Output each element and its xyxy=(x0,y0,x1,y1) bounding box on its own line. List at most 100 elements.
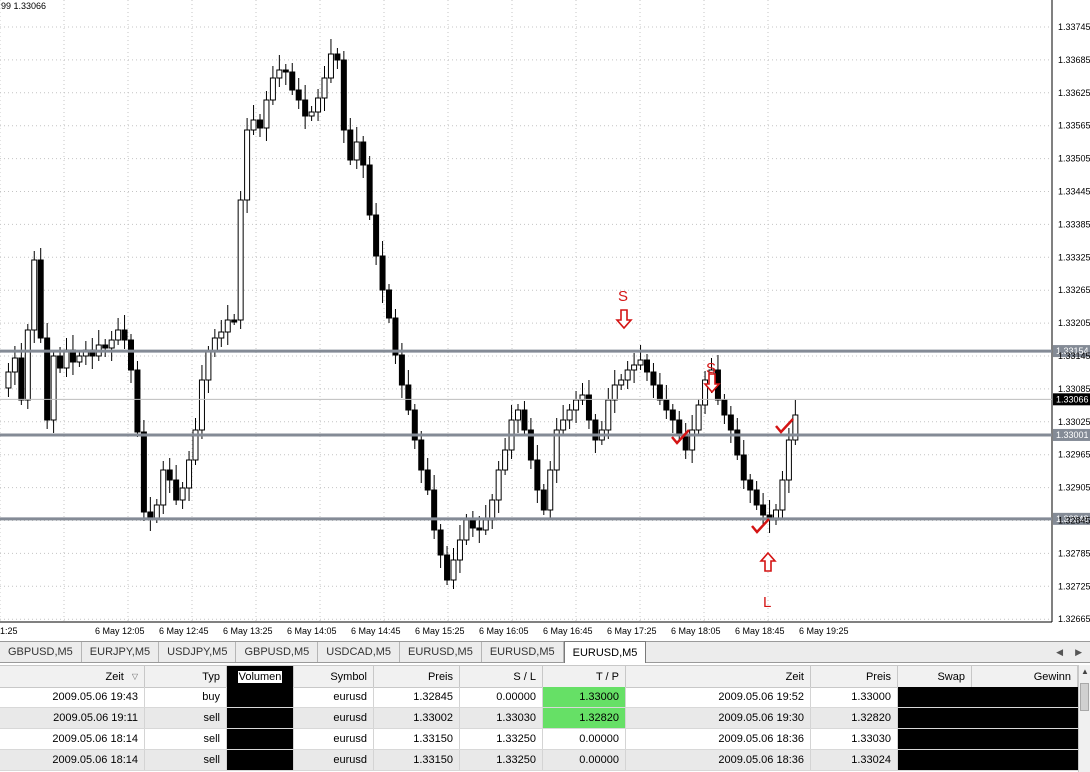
header-tp[interactable]: T / P xyxy=(543,666,626,687)
candle-body xyxy=(560,419,567,431)
cell-zeit-close: 2009.05.06 18:36 xyxy=(626,729,811,749)
level-price-label: 1.33001 xyxy=(1056,430,1089,440)
candle-body xyxy=(585,394,592,421)
header-preis-close[interactable]: Preis xyxy=(811,666,898,687)
candle-body xyxy=(244,129,251,201)
candle-body xyxy=(302,99,309,117)
header-symbol[interactable]: Symbol xyxy=(294,666,374,687)
candle-body xyxy=(502,449,509,471)
candle-body xyxy=(147,511,154,519)
candle-body xyxy=(618,379,625,386)
candle-body xyxy=(308,111,315,117)
price-tick-label: 1.32665 xyxy=(1058,614,1090,624)
header-zeit-close[interactable]: Zeit xyxy=(626,666,811,687)
tab-usdcad-m5[interactable]: USDCAD,M5 xyxy=(318,642,401,662)
candle-body xyxy=(24,329,31,401)
header-gewinn[interactable]: Gewinn xyxy=(972,666,1078,687)
candle-body xyxy=(5,371,12,389)
cell-preis: 1.33150 xyxy=(374,729,460,749)
current-price-label: 1.33066 xyxy=(1056,394,1089,404)
tab-eurusd-m5-2[interactable]: EURUSD,M5 xyxy=(482,642,564,662)
price-tick-label: 1.32905 xyxy=(1058,483,1090,493)
candle-body xyxy=(373,214,380,257)
tab-gbpusd-m5[interactable]: GBPUSD,M5 xyxy=(0,642,82,662)
price-tick-label: 1.33565 xyxy=(1058,121,1090,131)
header-swap[interactable]: Swap xyxy=(898,666,972,687)
tab-scroll-left-icon[interactable]: ◀ xyxy=(1056,647,1063,658)
table-row[interactable]: 2009.05.06 18:14 sell eurusd 1.33150 1.3… xyxy=(0,729,1078,750)
tab-eurjpy-m5[interactable]: EURJPY,M5 xyxy=(82,642,160,662)
candle-body xyxy=(644,359,650,373)
candle-body xyxy=(760,504,767,516)
table-row[interactable]: 2009.05.06 19:43 buy eurusd 1.32845 0.00… xyxy=(0,687,1078,708)
cell-sl: 0.00000 xyxy=(460,687,543,707)
candle-body xyxy=(237,199,244,321)
candle-body xyxy=(624,369,631,381)
cell-typ: sell xyxy=(145,729,227,749)
candle-body xyxy=(340,59,347,131)
tab-scroll-right-icon[interactable]: ▶ xyxy=(1075,647,1082,658)
price-tick-label: 1.32965 xyxy=(1058,450,1090,460)
tab-usdjpy-m5[interactable]: USDJPY,M5 xyxy=(159,642,237,662)
candle-body xyxy=(205,351,212,381)
history-table-body: 2009.05.06 19:43 buy eurusd 1.32845 0.00… xyxy=(0,687,1078,771)
candle-body xyxy=(11,357,18,373)
candle-body xyxy=(63,349,70,369)
candle-body xyxy=(637,359,644,366)
candle-body xyxy=(153,504,160,519)
candle-body xyxy=(366,164,373,216)
candle-body xyxy=(231,319,238,323)
candle-body xyxy=(779,479,786,511)
table-vertical-scrollbar[interactable]: ▲ xyxy=(1078,665,1090,772)
time-tick-label: 6 May 19:25 xyxy=(799,626,849,636)
table-row[interactable]: 2009.05.06 19:11 sell eurusd 1.33002 1.3… xyxy=(0,708,1078,729)
time-tick-label: 6 May 17:25 xyxy=(607,626,657,636)
candle-body xyxy=(257,119,263,129)
cell-zeit-close: 2009.05.06 18:36 xyxy=(626,750,811,770)
tab-eurusd-m5-active[interactable]: EURUSD,M5 xyxy=(563,641,647,663)
tab-eurusd-m5[interactable]: EURUSD,M5 xyxy=(400,642,482,662)
cell-swap-gewinn-redacted xyxy=(898,687,1078,707)
header-volumen[interactable]: Volumen xyxy=(227,666,294,687)
candle-body xyxy=(469,519,476,529)
candle-body xyxy=(134,369,141,433)
candle-body xyxy=(108,339,115,349)
header-sl[interactable]: S / L xyxy=(460,666,543,687)
scroll-thumb[interactable] xyxy=(1080,683,1089,711)
cell-preis-close: 1.32820 xyxy=(811,708,898,728)
cell-volumen-redacted xyxy=(227,729,294,749)
cell-zeit: 2009.05.06 19:11 xyxy=(0,708,145,728)
header-typ[interactable]: Typ xyxy=(145,666,227,687)
table-row[interactable]: 2009.05.06 18:14 sell eurusd 1.33150 1.3… xyxy=(0,750,1078,771)
cell-preis-close: 1.33024 xyxy=(811,750,898,770)
time-tick-label: 1:25 xyxy=(0,626,18,636)
price-chart[interactable]: 1.331541.330011.328481.33066 SSL 1.33745… xyxy=(0,0,1090,640)
tab-scroll-arrows: ◀ ▶ xyxy=(1056,642,1090,662)
candle-body xyxy=(37,259,44,339)
candle-body xyxy=(605,399,612,431)
cell-tp: 0.00000 xyxy=(543,729,626,749)
candle-body xyxy=(656,384,663,401)
time-tick-label: 6 May 12:45 xyxy=(159,626,209,636)
price-tick-label: 1.33685 xyxy=(1058,55,1090,65)
time-tick-label: 6 May 12:05 xyxy=(95,626,145,636)
time-tick-label: 6 May 16:05 xyxy=(479,626,529,636)
price-tick-label: 1.32845 xyxy=(1058,516,1090,526)
candle-body xyxy=(327,53,334,79)
price-tick-label: 1.33505 xyxy=(1058,154,1090,164)
price-tick-label: 1.33025 xyxy=(1058,417,1090,427)
scroll-up-icon[interactable]: ▲ xyxy=(1079,667,1090,676)
candle-body xyxy=(476,527,483,531)
cell-typ: sell xyxy=(145,750,227,770)
cell-zeit: 2009.05.06 19:43 xyxy=(0,687,145,707)
tab-gbpusd-m5-2[interactable]: GBPUSD,M5 xyxy=(236,642,319,662)
candle-body xyxy=(289,71,296,91)
header-zeit[interactable]: Zeit ▽ xyxy=(0,666,145,687)
candle-body xyxy=(186,459,193,489)
checkmark-icon xyxy=(775,418,794,434)
header-preis[interactable]: Preis xyxy=(374,666,460,687)
candle-body xyxy=(431,489,438,531)
candle-body xyxy=(515,409,521,421)
candle-body xyxy=(592,419,599,441)
candle-body xyxy=(269,77,276,101)
